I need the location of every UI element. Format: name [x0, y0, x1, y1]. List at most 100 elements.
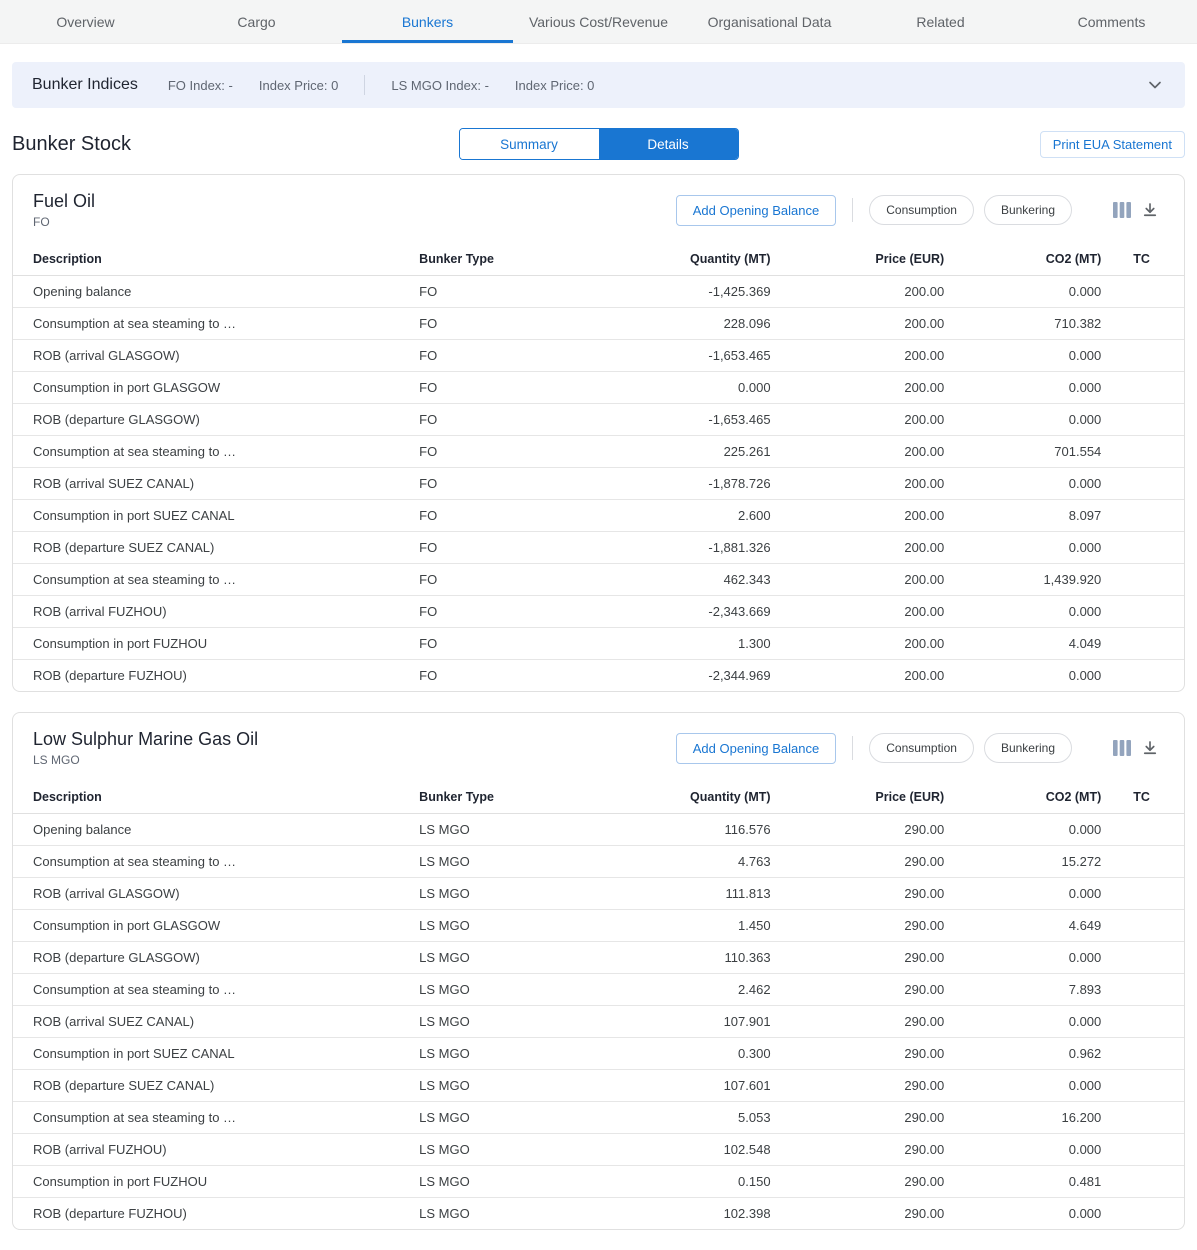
col-header-price: Price (EUR) [771, 781, 945, 814]
col-header-bunker-type: Bunker Type [419, 781, 564, 814]
tab-related[interactable]: Related [855, 0, 1026, 43]
tab-bunkers[interactable]: Bunkers [342, 0, 513, 43]
cell-bunker-type: LS MGO [419, 1166, 564, 1198]
table-row[interactable]: ROB (arrival GLASGOW)FO-1,653.465200.000… [13, 340, 1184, 372]
cell-price: 290.00 [771, 942, 945, 974]
table-row[interactable]: Consumption at sea steaming to …LS MGO2.… [13, 974, 1184, 1006]
table-row[interactable]: ROB (arrival FUZHOU)FO-2,343.669200.000.… [13, 596, 1184, 628]
tab-cargo[interactable]: Cargo [171, 0, 342, 43]
cell-quantity: 102.398 [564, 1198, 771, 1230]
cell-price: 200.00 [771, 404, 945, 436]
tab-various-cost-revenue[interactable]: Various Cost/Revenue [513, 0, 684, 43]
table-row[interactable]: Consumption in port GLASGOWLS MGO1.45029… [13, 910, 1184, 942]
cell-bunker-type: LS MGO [419, 1006, 564, 1038]
download-icon[interactable] [1136, 734, 1164, 762]
cell-tc [1101, 942, 1184, 974]
table-row[interactable]: ROB (departure GLASGOW)LS MGO110.363290.… [13, 942, 1184, 974]
cell-description: ROB (departure FUZHOU) [13, 1198, 419, 1230]
cell-tc [1101, 340, 1184, 372]
consumption-button[interactable]: Consumption [869, 733, 974, 763]
add-opening-balance-button[interactable]: Add Opening Balance [676, 733, 836, 764]
table-row[interactable]: Consumption in port SUEZ CANALFO2.600200… [13, 500, 1184, 532]
col-header-co2: CO2 (MT) [944, 781, 1101, 814]
add-opening-balance-button[interactable]: Add Opening Balance [676, 195, 836, 226]
cell-tc [1101, 372, 1184, 404]
cell-quantity: 107.601 [564, 1070, 771, 1102]
cell-tc [1101, 1134, 1184, 1166]
table-row[interactable]: ROB (departure SUEZ CANAL)FO-1,881.32620… [13, 532, 1184, 564]
cell-price: 290.00 [771, 974, 945, 1006]
bunker-indices-bar[interactable]: Bunker Indices FO Index: - Index Price: … [12, 62, 1185, 108]
col-header-price: Price (EUR) [771, 243, 945, 276]
cell-bunker-type: LS MGO [419, 878, 564, 910]
cell-price: 290.00 [771, 814, 945, 846]
table-header-row: Description Bunker Type Quantity (MT) Pr… [13, 781, 1184, 814]
table-row[interactable]: Consumption at sea steaming to …LS MGO4.… [13, 846, 1184, 878]
table-row[interactable]: ROB (arrival FUZHOU)LS MGO102.548290.000… [13, 1134, 1184, 1166]
col-header-description: Description [13, 243, 419, 276]
cell-bunker-type: FO [419, 564, 564, 596]
table-row[interactable]: Opening balanceLS MGO116.576290.000.000 [13, 814, 1184, 846]
cell-tc [1101, 1198, 1184, 1230]
cell-description: Consumption in port GLASGOW [13, 910, 419, 942]
col-header-bunker-type: Bunker Type [419, 243, 564, 276]
table-row[interactable]: Consumption at sea steaming to …FO462.34… [13, 564, 1184, 596]
cell-co2: 0.000 [944, 340, 1101, 372]
cell-quantity: 1.450 [564, 910, 771, 942]
table-row[interactable]: Consumption in port FUZHOUFO1.300200.004… [13, 628, 1184, 660]
cell-tc [1101, 308, 1184, 340]
cell-quantity: 2.600 [564, 500, 771, 532]
cell-description: Consumption at sea steaming to … [13, 564, 419, 596]
cell-co2: 0.000 [944, 814, 1101, 846]
cell-tc [1101, 660, 1184, 692]
col-header-quantity: Quantity (MT) [564, 781, 771, 814]
cell-price: 200.00 [771, 596, 945, 628]
cell-co2: 0.000 [944, 942, 1101, 974]
columns-icon[interactable] [1108, 196, 1136, 224]
table-row[interactable]: Consumption at sea steaming to …FO225.26… [13, 436, 1184, 468]
cell-quantity: 2.462 [564, 974, 771, 1006]
card-actions: Add Opening Balance Consumption Bunkerin… [676, 195, 1164, 226]
table-row[interactable]: ROB (arrival SUEZ CANAL)FO-1,878.726200.… [13, 468, 1184, 500]
cell-description: Consumption at sea steaming to … [13, 846, 419, 878]
table-row[interactable]: Consumption in port FUZHOULS MGO0.150290… [13, 1166, 1184, 1198]
table-row[interactable]: Consumption at sea steaming to …LS MGO5.… [13, 1102, 1184, 1134]
actions-divider [852, 198, 853, 222]
cell-description: ROB (arrival FUZHOU) [13, 596, 419, 628]
details-toggle-button[interactable]: Details [599, 129, 738, 159]
tab-comments[interactable]: Comments [1026, 0, 1197, 43]
bunkering-button[interactable]: Bunkering [984, 195, 1072, 225]
table-row[interactable]: Opening balanceFO-1,425.369200.000.000 [13, 276, 1184, 308]
cell-co2: 4.649 [944, 910, 1101, 942]
chevron-down-icon[interactable] [1145, 75, 1165, 95]
cell-tc [1101, 1070, 1184, 1102]
print-eua-statement-button[interactable]: Print EUA Statement [1040, 131, 1185, 158]
table-row[interactable]: ROB (departure SUEZ CANAL)LS MGO107.6012… [13, 1070, 1184, 1102]
cell-quantity: 462.343 [564, 564, 771, 596]
table-row[interactable]: ROB (arrival SUEZ CANAL)LS MGO107.901290… [13, 1006, 1184, 1038]
consumption-button[interactable]: Consumption [869, 195, 974, 225]
columns-icon[interactable] [1108, 734, 1136, 762]
table-row[interactable]: ROB (departure FUZHOU)FO-2,344.969200.00… [13, 660, 1184, 692]
tab-overview[interactable]: Overview [0, 0, 171, 43]
table-row[interactable]: Consumption in port SUEZ CANALLS MGO0.30… [13, 1038, 1184, 1070]
bunkering-button[interactable]: Bunkering [984, 733, 1072, 763]
table-row[interactable]: ROB (departure GLASGOW)FO-1,653.465200.0… [13, 404, 1184, 436]
cell-description: ROB (arrival GLASGOW) [13, 878, 419, 910]
cell-quantity: -1,653.465 [564, 404, 771, 436]
summary-toggle-button[interactable]: Summary [460, 129, 599, 159]
cell-description: ROB (departure GLASGOW) [13, 404, 419, 436]
table-row[interactable]: Consumption in port GLASGOWFO0.000200.00… [13, 372, 1184, 404]
card-header: Low Sulphur Marine Gas Oil LS MGO Add Op… [13, 713, 1184, 781]
cell-quantity: 4.763 [564, 846, 771, 878]
tab-organisational-data[interactable]: Organisational Data [684, 0, 855, 43]
table-row[interactable]: Consumption at sea steaming to …FO228.09… [13, 308, 1184, 340]
table-row[interactable]: ROB (departure FUZHOU)LS MGO102.398290.0… [13, 1198, 1184, 1230]
cell-description: Consumption at sea steaming to … [13, 436, 419, 468]
download-icon[interactable] [1136, 196, 1164, 224]
cell-co2: 0.962 [944, 1038, 1101, 1070]
card-actions: Add Opening Balance Consumption Bunkerin… [676, 733, 1164, 764]
cell-co2: 0.000 [944, 372, 1101, 404]
table-row[interactable]: ROB (arrival GLASGOW)LS MGO111.813290.00… [13, 878, 1184, 910]
cell-tc [1101, 500, 1184, 532]
